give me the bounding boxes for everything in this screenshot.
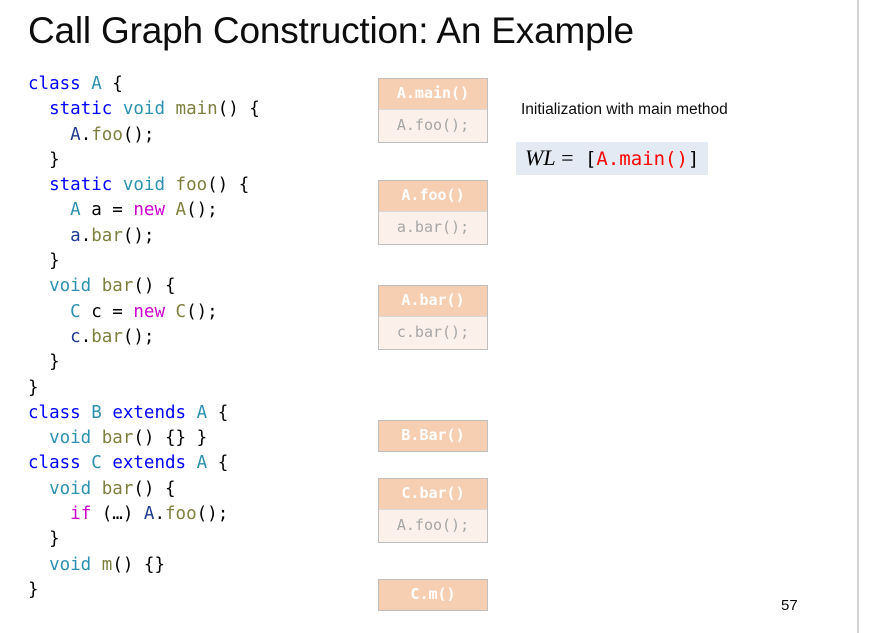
call-graph-node-header: C.bar() bbox=[379, 479, 487, 509]
call-graph-node[interactable]: A.bar() c.bar(); bbox=[378, 285, 488, 350]
panel-caption: Initialization with main method bbox=[521, 101, 728, 118]
call-graph-node-header: B.Bar() bbox=[379, 421, 487, 451]
call-graph-node[interactable]: A.main() A.foo(); bbox=[378, 78, 488, 143]
worklist-equals: = bbox=[561, 145, 574, 170]
worklist-variable: WL bbox=[525, 145, 556, 170]
call-graph-node-body: a.bar(); bbox=[379, 211, 487, 244]
call-graph-node[interactable]: C.m() bbox=[378, 579, 488, 611]
call-graph-node-body: A.foo(); bbox=[379, 509, 487, 542]
call-graph-nodes: A.main() A.foo(); A.foo() a.bar(); A.bar() c.… bbox=[0, 0, 870, 633]
call-graph-node[interactable]: C.bar() A.foo(); bbox=[378, 478, 488, 543]
call-graph-node-body: c.bar(); bbox=[379, 316, 487, 349]
call-graph-node-header: A.main() bbox=[379, 79, 487, 109]
call-graph-node[interactable]: A.foo() a.bar(); bbox=[378, 180, 488, 245]
worklist-close-bracket: ] bbox=[687, 148, 700, 170]
call-graph-node-header: A.bar() bbox=[379, 286, 487, 316]
worklist-open-bracket: [ bbox=[584, 148, 597, 170]
worklist-expression: WL = [A.main()] bbox=[516, 142, 709, 175]
worklist-item: A.main() bbox=[596, 148, 688, 170]
call-graph-node[interactable]: B.Bar() bbox=[378, 420, 488, 452]
page-number: 57 bbox=[781, 597, 798, 614]
slide-outer-margin bbox=[859, 0, 870, 633]
call-graph-node-header: C.m() bbox=[379, 580, 487, 610]
call-graph-node-body: A.foo(); bbox=[379, 109, 487, 142]
call-graph-node-header: A.foo() bbox=[379, 181, 487, 211]
